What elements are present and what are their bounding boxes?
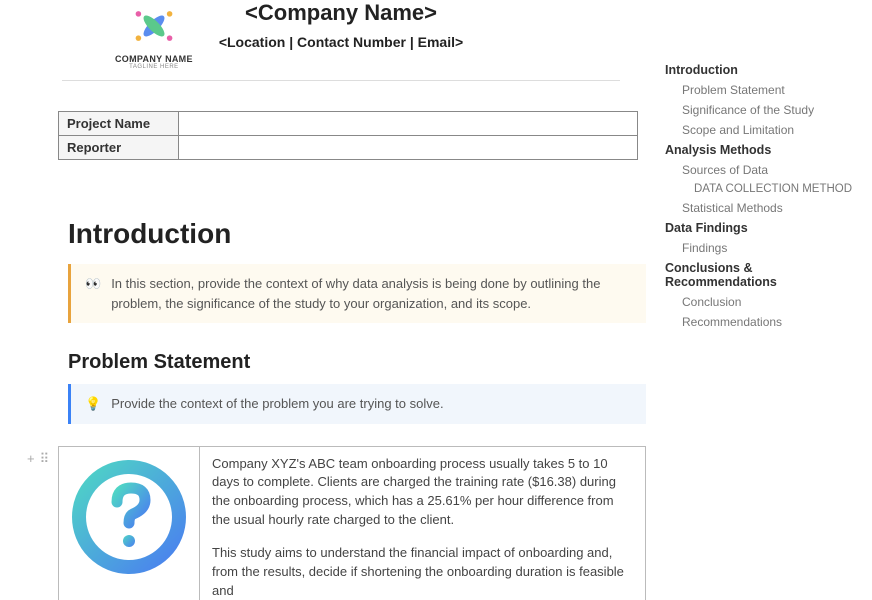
toc-item-data-findings[interactable]: Data Findings [665, 218, 862, 238]
add-block-button[interactable]: + [27, 451, 35, 467]
toc-item-recommendations[interactable]: Recommendations [672, 312, 862, 332]
introduction-heading[interactable]: Introduction [68, 218, 662, 250]
project-name-label: Project Name [59, 112, 179, 136]
introduction-callout-text: In this section, provide the context of … [111, 274, 632, 313]
introduction-callout[interactable]: 👀 In this section, provide the context o… [68, 264, 646, 323]
toc-item-findings[interactable]: Findings [672, 238, 862, 258]
problem-statement-callout-text: Provide the context of the problem you a… [111, 394, 443, 414]
project-info-table: Project Name Reporter [58, 111, 638, 160]
eyes-icon: 👀 [85, 274, 101, 313]
toc-item-analysis-methods[interactable]: Analysis Methods [665, 140, 862, 160]
table-row: Reporter [59, 136, 638, 160]
example-paragraph-1: Company XYZ's ABC team onboarding proces… [212, 455, 633, 530]
question-mark-icon [69, 457, 189, 577]
problem-statement-callout[interactable]: 💡 Provide the context of the problem you… [68, 384, 646, 424]
toc-item-introduction[interactable]: Introduction [665, 60, 862, 80]
reporter-label: Reporter [59, 136, 179, 160]
company-logo-icon [128, 0, 180, 52]
toc-item-sources-of-data[interactable]: Sources of Data [672, 160, 862, 180]
block-row-controls: + ⠿ [27, 451, 49, 467]
toc-item-statistical-methods[interactable]: Statistical Methods [672, 198, 862, 218]
toc-item-scope-and-limitation[interactable]: Scope and Limitation [672, 120, 862, 140]
bulb-icon: 💡 [85, 394, 101, 414]
toc-item-significance-of-the-study[interactable]: Significance of the Study [672, 100, 862, 120]
question-mark-image-cell [59, 447, 199, 600]
example-content-block[interactable]: + ⠿ Company XYZ's ABC team [58, 446, 646, 600]
example-text-cell[interactable]: Company XYZ's ABC team onboarding proces… [199, 447, 645, 600]
logo-label: COMPANY NAME [115, 54, 193, 64]
document-main: COMPANY NAME TAGLINE HERE <Company Name>… [0, 0, 672, 600]
project-name-value[interactable] [179, 112, 638, 136]
table-of-contents: IntroductionProblem StatementSignificanc… [672, 0, 872, 600]
drag-handle-icon[interactable]: ⠿ [40, 451, 50, 467]
toc-item-conclusions-recommendations[interactable]: Conclusions & Recommendations [665, 258, 862, 292]
header-divider [62, 80, 620, 81]
toc-item-conclusion[interactable]: Conclusion [672, 292, 862, 312]
toc-item-problem-statement[interactable]: Problem Statement [672, 80, 862, 100]
logo-tagline: TAGLINE HERE [115, 64, 193, 70]
reporter-value[interactable] [179, 136, 638, 160]
document-header: COMPANY NAME TAGLINE HERE <Company Name>… [20, 0, 662, 50]
example-paragraph-2: This study aims to understand the financ… [212, 544, 633, 600]
toc-item-data-collection-method[interactable]: DATA COLLECTION METHOD [672, 180, 862, 198]
table-row: Project Name [59, 112, 638, 136]
company-logo-block: COMPANY NAME TAGLINE HERE [115, 0, 193, 70]
problem-statement-heading[interactable]: Problem Statement [68, 351, 662, 374]
